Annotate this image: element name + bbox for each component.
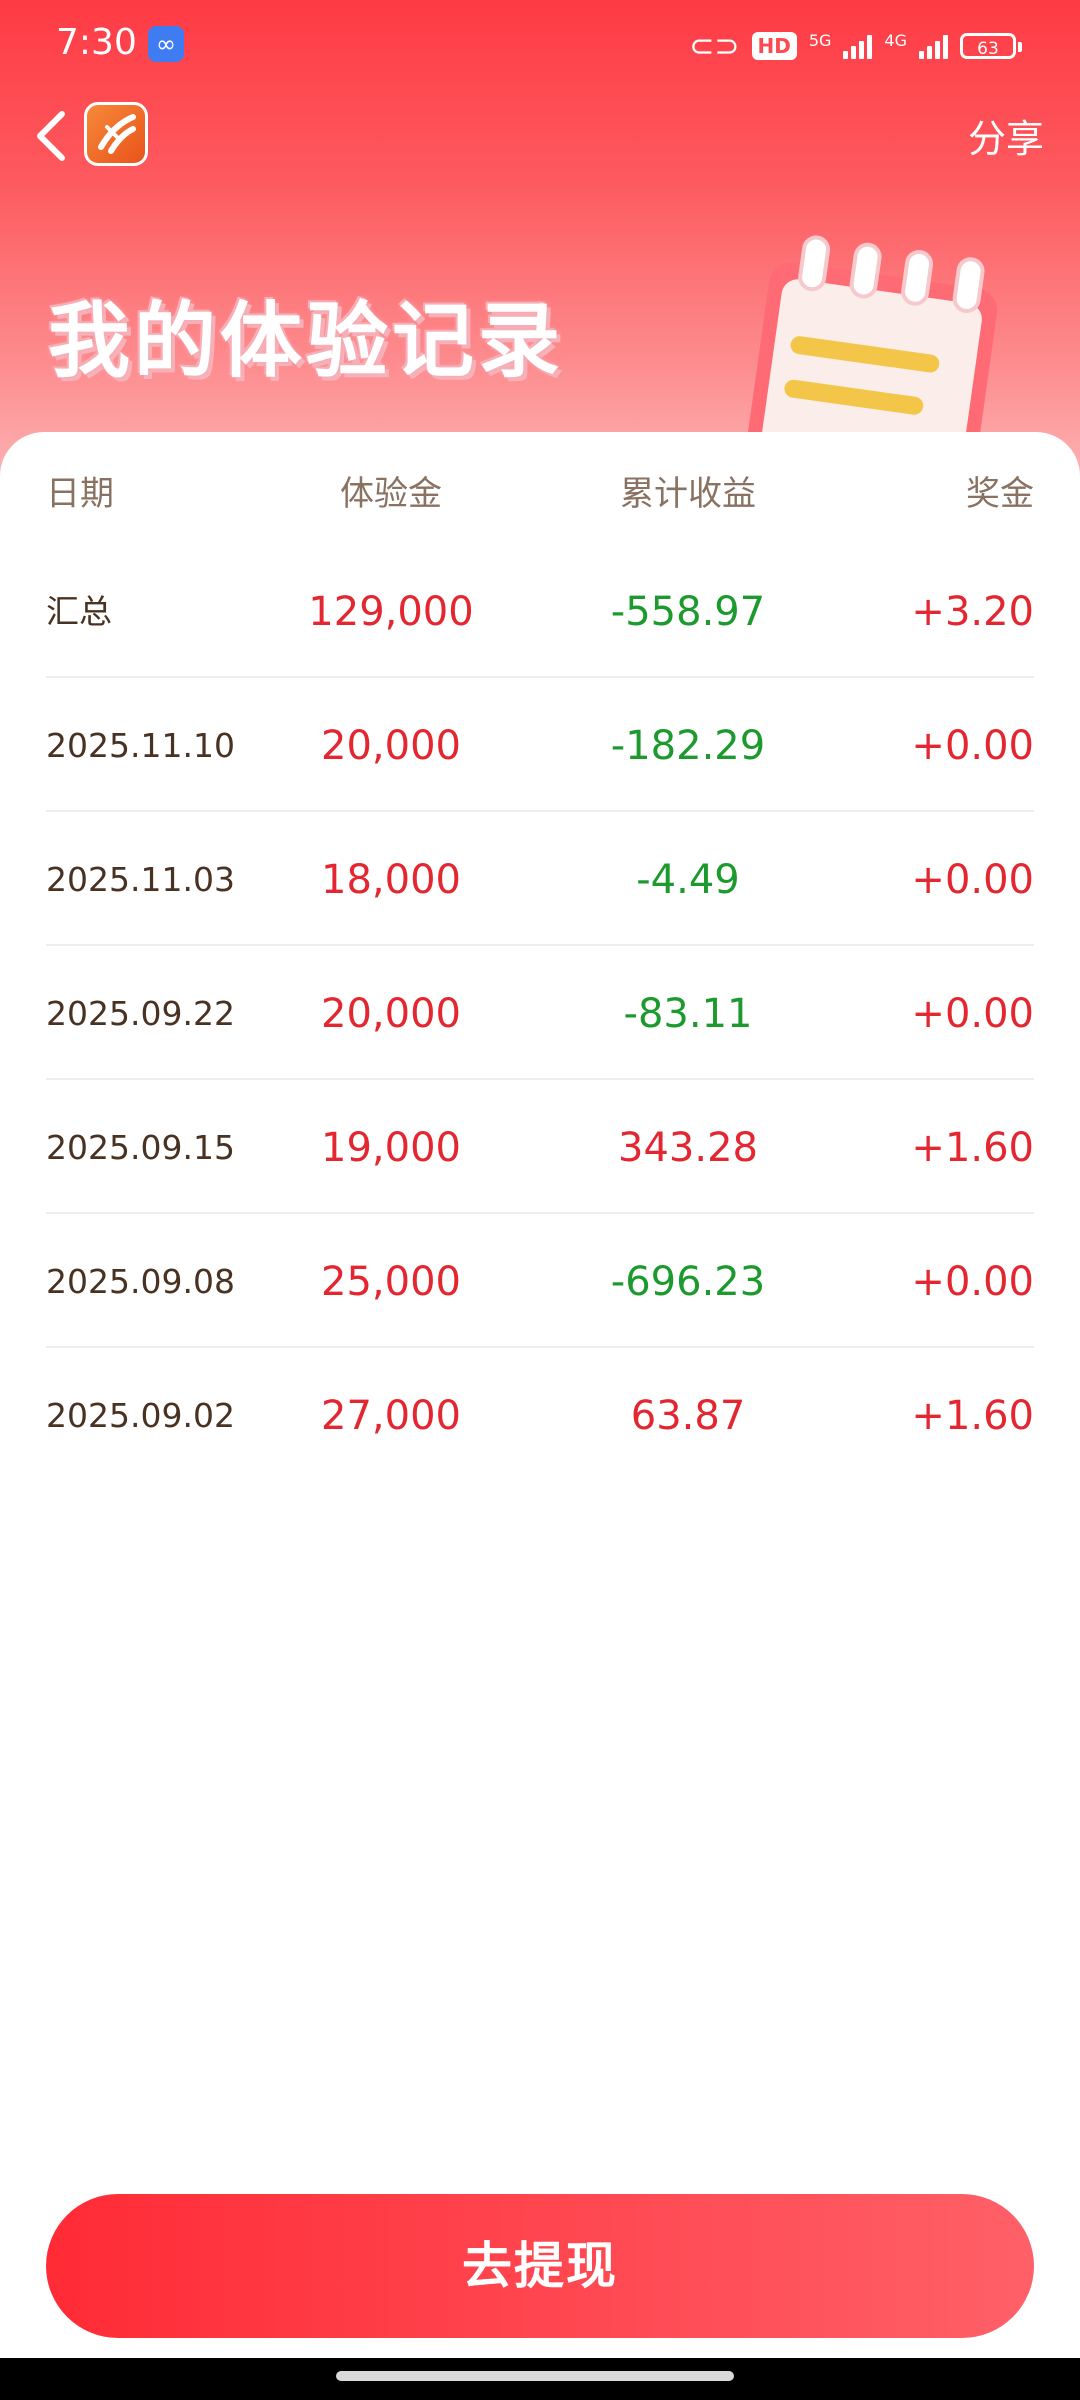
hd-voice-icon: HD (751, 32, 797, 60)
row-bonus: +0.00 (911, 991, 1034, 1037)
network-5g-label: 5G (808, 31, 832, 50)
row-date: 2025.09.02 (46, 1396, 235, 1435)
summary-row: 汇总 129,000 -558.97 +3.20 (46, 544, 1034, 678)
home-indicator[interactable] (336, 2371, 734, 2381)
row-bonus: +1.60 (911, 1393, 1034, 1439)
network-4g-label: 4G (884, 31, 907, 50)
table-row: 2025.11.10 20,000 -182.29 +0.00 (46, 678, 1034, 812)
table-row: 2025.09.22 20,000 -83.11 +0.00 (46, 946, 1034, 1080)
link-notification-icon: ∞ (148, 26, 184, 62)
records-card: 日期 体验金 累计收益 奖金 汇总 129,000 -558.97 +3.20 … (0, 432, 1080, 2400)
withdraw-button[interactable]: 去提现 (46, 2194, 1034, 2338)
row-bonus: +1.60 (911, 1125, 1034, 1171)
table-row: 2025.11.03 18,000 -4.49 +0.00 (46, 812, 1034, 946)
row-date: 2025.11.10 (46, 726, 235, 765)
logo-icon (98, 114, 136, 154)
battery-icon: 63 (960, 33, 1022, 59)
row-date: 汇总 (46, 592, 112, 631)
row-date: 2025.09.15 (46, 1128, 235, 1167)
app-logo (84, 102, 148, 166)
header-bonus: 奖金 (966, 474, 1034, 514)
row-bonus: +0.00 (911, 857, 1034, 903)
row-bonus: +0.00 (911, 723, 1034, 769)
chevron-left-icon (37, 111, 65, 161)
signal-bars-icon (843, 33, 873, 59)
back-button[interactable] (28, 104, 76, 168)
status-icons: ⊂⊃ HD 5G 4G 63 (689, 22, 1022, 70)
row-bonus: +3.20 (911, 589, 1034, 635)
table-row: 2025.09.15 19,000 343.28 +1.60 (46, 1080, 1034, 1214)
row-bonus: +0.00 (911, 1259, 1034, 1305)
status-time: 7:30 (56, 22, 137, 63)
row-date: 2025.09.08 (46, 1262, 235, 1301)
table-row: 2025.09.08 25,000 -696.23 +0.00 (46, 1214, 1034, 1348)
table-row: 2025.09.02 27,000 63.87 +1.60 (46, 1393, 1034, 1439)
header-date: 日期 (46, 474, 114, 514)
link-icon: ⊂⊃ (689, 28, 740, 64)
table-header: 日期 体验金 累计收益 奖金 (46, 466, 1034, 526)
signal-bars-icon (919, 33, 948, 59)
row-date: 2025.09.22 (46, 994, 235, 1033)
share-button[interactable]: 分享 (968, 108, 1044, 163)
notepad-illustration-icon (744, 230, 1020, 490)
page-title: 我的体验记录 (48, 294, 565, 389)
status-bar: 7:30 ∞ ⊂⊃ HD 5G 4G 63 (0, 0, 1080, 90)
row-date: 2025.11.03 (46, 860, 235, 899)
